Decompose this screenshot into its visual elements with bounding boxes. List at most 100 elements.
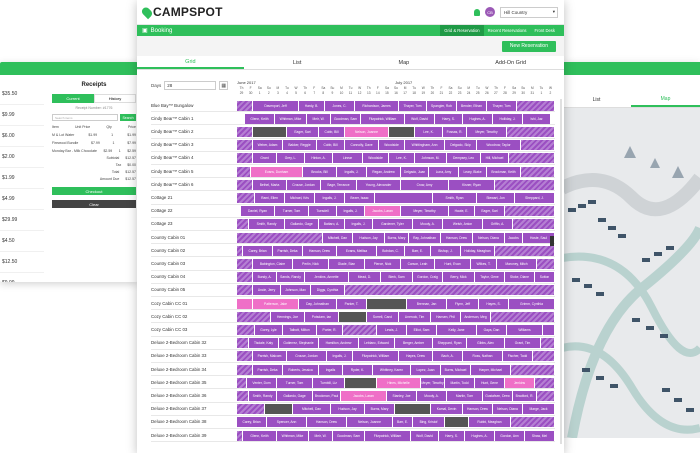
reservation-bar[interactable]: Hinton, A.: [305, 153, 333, 164]
reservation-bar[interactable]: Perlin, Nick: [293, 258, 329, 269]
reservation-bar[interactable]: Whittney, Karen: [373, 364, 411, 375]
blocked-bar[interactable]: [237, 311, 271, 322]
reservation-bar[interactable]: Brennan, Jan: [407, 298, 447, 309]
blocked-bar[interactable]: [491, 311, 555, 322]
reservation-bar[interactable]: Kamal, Devin: [431, 404, 463, 415]
site-name[interactable]: Deluxe 2-Bedroom Cabin 36: [151, 389, 237, 401]
reservation-bar[interactable]: Hamilton, Andrew: [319, 338, 359, 349]
reservation-bar[interactable]: Porter, R.: [317, 324, 343, 335]
reservation-bar[interactable]: Shaw, Mel: [525, 430, 555, 441]
reservation-bar[interactable]: Grimm, Cynthia: [509, 298, 555, 309]
reservation-bar[interactable]: Bradford, R.: [513, 390, 537, 401]
blocked-bar[interactable]: [367, 298, 407, 309]
blocked-bar[interactable]: [521, 166, 555, 177]
blocked-bar[interactable]: [237, 179, 253, 190]
site-name[interactable]: Cindy Bear™ Cabin 1: [151, 112, 237, 124]
reservation-bar[interactable]: Moody, A.: [417, 390, 447, 401]
reservation-bar[interactable]: Gorey, Lyle: [255, 324, 283, 335]
site-name[interactable]: Country Cabin 01: [151, 231, 237, 243]
reservation-bar[interactable]: Cobb, Bill: [317, 140, 345, 151]
blocked-bar[interactable]: [237, 390, 249, 401]
price-row[interactable]: $4.99: [0, 189, 44, 210]
reservation-bar[interactable]: Wolf, David: [405, 113, 435, 124]
reservation-bar[interactable]: Turner, Tom: [275, 206, 309, 217]
reservation-bar[interactable]: Grey, L.: [277, 153, 305, 164]
reservation-bar[interactable]: Martin, Todd: [445, 377, 475, 388]
reservation-bar[interactable]: Parrish, Deka: [253, 364, 283, 375]
blocked-bar[interactable]: [237, 404, 265, 415]
reservation-bar[interactable]: Sorrell, Carol: [367, 311, 399, 322]
blocked-bar[interactable]: [521, 140, 555, 151]
tab-list[interactable]: List: [244, 56, 351, 69]
site-name[interactable]: Cottage 23: [151, 218, 237, 230]
blocked-bar[interactable]: [517, 100, 555, 111]
site-name[interactable]: Deluxe 2-Bedroom Cabin 39: [151, 429, 237, 441]
reservation-bar[interactable]: Sheppard, Ryan: [433, 338, 467, 349]
blocked-bar[interactable]: [389, 126, 415, 137]
reservation-bar[interactable]: Ingalls, J.: [315, 192, 345, 203]
reservation-bar[interactable]: Nelson, Diana: [493, 404, 523, 415]
reservation-bar[interactable]: Flynn, Jeff: [447, 298, 479, 309]
reservation-bar[interactable]: Tuesdell: [309, 206, 337, 217]
checkout-button[interactable]: Checkout: [52, 187, 136, 195]
reservation-bar[interactable]: Weber, Adam: [253, 140, 283, 151]
blocked-bar[interactable]: [445, 417, 469, 428]
reservation-bar[interactable]: Smith, Ryan: [433, 192, 477, 203]
blocked-bar[interactable]: [237, 324, 255, 335]
reservation-bar[interactable]: Gallardo, Gage: [285, 219, 319, 230]
campground-map[interactable]: [562, 108, 700, 438]
reservation-bar[interactable]: Hunt, Evan: [435, 258, 471, 269]
map-tab-map[interactable]: Map: [631, 92, 700, 107]
reservation-bar[interactable]: Jones, C.: [325, 100, 355, 111]
reservation-bar[interactable]: Berry, Mick: [443, 272, 475, 283]
reservation-bar[interactable]: Stewart, Jon: [477, 192, 515, 203]
reservation-bar[interactable]: Ross, Nathan: [463, 351, 503, 362]
reservation-bar[interactable]: Tisdale, Katy: [249, 338, 279, 349]
reservation-bar[interactable]: Uncle, Jerry: [253, 285, 281, 296]
reservation-bar[interactable]: Wolf, David: [411, 430, 439, 441]
reservation-bar[interactable]: Crow, Amy: [401, 179, 449, 190]
blocked-bar[interactable]: [237, 351, 253, 362]
reservation-bar[interactable]: Parker, T.: [337, 298, 367, 309]
reservation-bar[interactable]: Hayes, Drew: [399, 351, 433, 362]
reservation-bar[interactable]: Hanson, Drew: [441, 232, 473, 243]
reservation-bar[interactable]: Goodman, Sam: [333, 430, 365, 441]
reservation-bar[interactable]: Talbott, Milton: [283, 324, 317, 335]
reservation-bar[interactable]: Nelson, Diana: [473, 232, 505, 243]
blocked-bar[interactable]: [237, 100, 253, 111]
blocked-bar[interactable]: [237, 140, 253, 151]
blocked-bar[interactable]: [395, 404, 431, 415]
reservation-bar[interactable]: Lee, K.: [389, 153, 415, 164]
reservation-bar[interactable]: Hansen, Phil: [431, 311, 461, 322]
reservation-bar[interactable]: Hudson, Jay: [331, 404, 365, 415]
site-name[interactable]: Deluxe 2-Bedroom Cabin 35: [151, 376, 237, 388]
reservation-bar[interactable]: Parrish, Deka: [273, 245, 303, 256]
reservation-bar[interactable]: Ingalls, J.: [337, 166, 367, 177]
reservation-bar[interactable]: Roberts, Jessica: [283, 364, 319, 375]
reservation-bar[interactable]: Thayer, Tom: [399, 100, 427, 111]
reservation-bar[interactable]: Hughes, A.: [465, 430, 495, 441]
reservation-bar[interactable]: Crouse, Jordan: [287, 179, 321, 190]
blocked-bar[interactable]: [509, 153, 555, 164]
reservation-bar[interactable]: Leary, Blake: [459, 166, 487, 177]
blocked-bar[interactable]: [507, 126, 555, 137]
reservation-bar[interactable]: Bakker, Reggie: [283, 140, 317, 151]
reservation-bar[interactable]: Bierk, Sam: [381, 272, 413, 283]
reservation-bar[interactable]: Delgado, Skip: [445, 140, 477, 151]
reservation-bar[interactable]: Ingalls, J.: [345, 219, 373, 230]
reservation-bar[interactable]: Smith, Randy: [249, 390, 277, 401]
reservation-bar[interactable]: Bundy, A.: [253, 272, 277, 283]
reservation-bar[interactable]: Patterson, Jake: [253, 298, 299, 309]
reservation-bar[interactable]: Delgado, Juan: [401, 166, 429, 177]
reservation-bar[interactable]: Nelson, Joanne: [345, 126, 389, 137]
reservation-bar[interactable]: Hanson, Drew: [463, 404, 493, 415]
reservation-bar[interactable]: Hanson, Drew: [307, 417, 347, 428]
reservation-bar[interactable]: Thayer, Tom: [487, 100, 517, 111]
blocked-bar[interactable]: [237, 153, 253, 164]
reservation-bar[interactable]: Connolly, Dave: [345, 140, 379, 151]
reservation-bar[interactable]: Meir, W.: [307, 113, 331, 124]
reservation-bar[interactable]: Johnson, Max: [281, 285, 311, 296]
reservation-bar[interactable]: Hudson, Jay: [353, 232, 385, 243]
reservation-bar[interactable]: Cobb, Bill: [319, 126, 345, 137]
reservation-bar[interactable]: Burns, Mary: [385, 232, 409, 243]
